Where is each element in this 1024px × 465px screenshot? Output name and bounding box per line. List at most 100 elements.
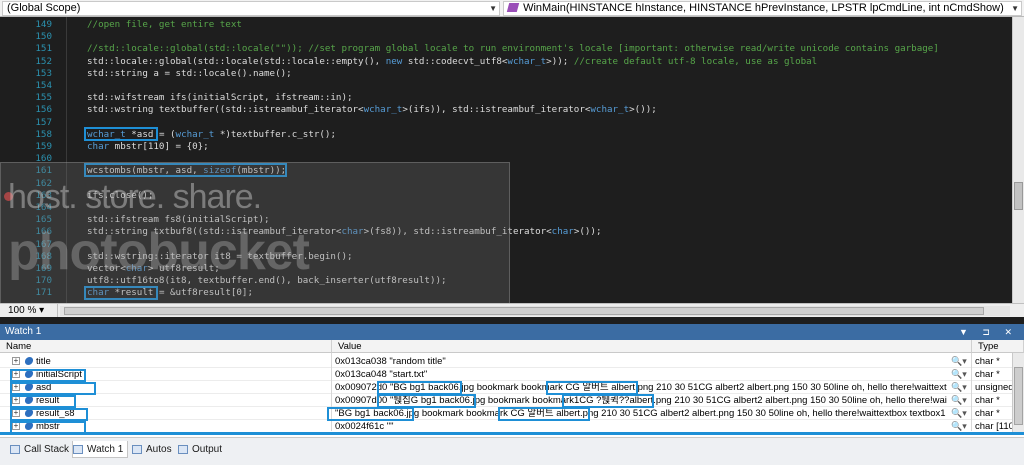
code-token: wchar_t	[175, 128, 215, 140]
highlight-asd	[84, 127, 158, 141]
debug-tab-strip: Call Stack Watch 1 Autos Output	[0, 437, 1024, 465]
visualizer-icon[interactable]: 🔍▾	[951, 394, 967, 407]
expand-icon[interactable]: +	[12, 357, 20, 365]
navigation-bar: (Global Scope) ▼ WinMain(HINSTANCE hInst…	[0, 0, 1024, 17]
code-token: std::codecvt_utf8<	[402, 55, 508, 67]
code-line[interactable]: 152 std::locale::global(std::locale(std::…	[0, 56, 1012, 68]
watch-row[interactable]: + initialScript 0x013ca048 "start.txt" 🔍▾ ch…	[0, 368, 1012, 381]
tab-label: Autos	[146, 444, 172, 455]
watch-row[interactable]: + result 0x00907d00 "퉩칩G bg1 back06.jpg bo…	[0, 394, 1012, 407]
output-icon	[178, 445, 188, 454]
highlight-result-s8-bg	[327, 407, 414, 421]
code-line[interactable]: 149 //open file, get entire text	[0, 19, 1012, 31]
watch-row[interactable]: + asd 0x009072d0 "BG bg1 back06.jpg bookma…	[0, 381, 1012, 394]
highlight-asd-bg	[377, 381, 462, 395]
watch-type: char *	[975, 369, 1000, 380]
editor-horizontal-scrollbar[interactable]	[60, 306, 1010, 316]
highlight-result-bg	[377, 394, 476, 408]
watch-title-bar: Watch 1 ▼ ⊐ ✕	[0, 324, 1024, 340]
watch-name[interactable]: title	[36, 355, 51, 368]
function-icon	[506, 3, 520, 12]
watch-title: Watch 1	[5, 326, 42, 337]
code-token: //create default utf-8 locale, use as gl…	[573, 55, 818, 67]
watch-vertical-scrollbar[interactable]	[1012, 353, 1024, 433]
tab-call-stack[interactable]: Call Stack	[10, 441, 69, 458]
zoom-level[interactable]: 100 % ▾	[2, 304, 58, 317]
line-number: 151	[35, 43, 52, 55]
visualizer-icon[interactable]: 🔍▾	[951, 381, 967, 394]
line-number: 158	[35, 128, 52, 140]
line-number: 155	[35, 92, 52, 104]
code-text: std::wifstream ifs(initialScript, ifstre…	[87, 92, 353, 104]
code-token: new	[385, 55, 403, 67]
code-token: wchar_t	[507, 55, 547, 67]
watermark-tagline: host. store. share.	[8, 178, 262, 216]
code-token: std::wifstream ifs(initialScript, ifstre…	[87, 92, 353, 104]
scroll-thumb[interactable]	[1014, 182, 1023, 210]
code-line[interactable]: 150	[0, 31, 1012, 43]
watch-type: char *	[975, 408, 1000, 419]
watch-row[interactable]: + title 0x013ca038 "random title" 🔍▾ char *	[0, 355, 1012, 368]
column-divider	[971, 353, 972, 431]
tab-autos[interactable]: Autos	[132, 441, 172, 458]
line-number: 156	[35, 104, 52, 116]
code-token: >());	[629, 104, 657, 116]
code-text: //std::locale::global(std::locale("")); …	[87, 43, 939, 55]
line-number: 154	[35, 80, 52, 91]
column-header-value[interactable]: Value	[332, 340, 972, 353]
code-text: std::wstring textbuffer((std::istreambuf…	[87, 104, 657, 116]
call-stack-icon	[10, 445, 20, 454]
highlight-asd-row	[10, 382, 96, 395]
line-number: 149	[35, 19, 52, 30]
visualizer-icon[interactable]: 🔍▾	[951, 407, 967, 420]
highlight-result-row	[10, 395, 76, 408]
editor-vertical-scrollbar[interactable]	[1012, 17, 1024, 303]
code-line[interactable]: 156 std::wstring textbuffer((std::istream…	[0, 104, 1012, 116]
code-token: std::string a = std::locale().name();	[87, 67, 292, 79]
code-token: *)textbuffer.c_str();	[214, 128, 336, 140]
watch-type: char *	[975, 356, 1000, 367]
watch-type: char *	[975, 395, 1000, 406]
code-text: std::locale::global(std::locale(std::loc…	[87, 56, 817, 68]
zoom-label: 100 %	[8, 305, 37, 316]
column-header-type[interactable]: Type	[972, 340, 1024, 353]
code-text: std::string a = std::locale().name();	[87, 68, 292, 80]
code-token: >(ifs)), std::istreambuf_iterator<	[402, 104, 591, 116]
watermark-logo: photobucket	[8, 223, 310, 281]
watch-value[interactable]: 0x013ca038 "random title"	[335, 355, 947, 368]
scroll-thumb[interactable]	[1014, 367, 1023, 425]
watch-window: Watch 1 ▼ ⊐ ✕ Name Value Type + title 0x01…	[0, 324, 1024, 465]
code-token: //std::locale::global(std::locale("")); …	[87, 43, 939, 55]
line-number: 157	[35, 116, 52, 128]
highlight-asd-cg	[546, 381, 638, 395]
highlight-result-s8-row	[10, 408, 88, 421]
code-token: //open file, get entire text	[87, 19, 242, 30]
line-number: 150	[35, 31, 52, 43]
code-line[interactable]: 154	[0, 80, 1012, 92]
watch-value[interactable]: 0x013ca048 "start.txt"	[335, 368, 947, 381]
line-number: 152	[35, 55, 52, 67]
visualizer-icon[interactable]: 🔍▾	[951, 355, 967, 368]
scope-dropdown[interactable]: (Global Scope) ▼	[2, 1, 500, 16]
tab-output[interactable]: Output	[178, 441, 222, 458]
code-line[interactable]: 159 char mbstr[110] = {0};	[0, 141, 1012, 153]
visualizer-icon[interactable]: 🔍▾	[951, 368, 967, 381]
code-token: std::locale::global(std::locale(std::loc…	[87, 55, 386, 67]
column-header-name[interactable]: Name	[0, 340, 332, 353]
chevron-down-icon: ▼	[489, 4, 497, 13]
code-token: mbstr[110] = {0};	[109, 141, 209, 152]
code-token: std::wstring textbuffer((std::istreambuf…	[87, 104, 364, 116]
code-line[interactable]: 151 //std::locale::global(std::locale("")…	[0, 43, 1012, 55]
code-line[interactable]: 153 std::string a = std::locale().name();	[0, 68, 1012, 80]
code-line[interactable]: 155 std::wifstream ifs(initialScript, ifs…	[0, 92, 1012, 104]
selection-rule	[0, 432, 1024, 435]
scroll-thumb[interactable]	[64, 307, 984, 315]
window-controls[interactable]: ▼ ⊐ ✕	[959, 324, 1018, 340]
tab-watch-1[interactable]: Watch 1	[72, 441, 129, 458]
function-dropdown[interactable]: WinMain(HINSTANCE hInstance, HINSTANCE h…	[503, 1, 1022, 16]
watch-value[interactable]: "BG bg1 back06.jpg bookmark bookmark CG …	[335, 407, 947, 420]
autos-icon	[132, 445, 142, 454]
code-text: //open file, get entire text	[87, 19, 242, 31]
variable-icon	[24, 357, 34, 365]
code-token: >());	[573, 226, 602, 238]
